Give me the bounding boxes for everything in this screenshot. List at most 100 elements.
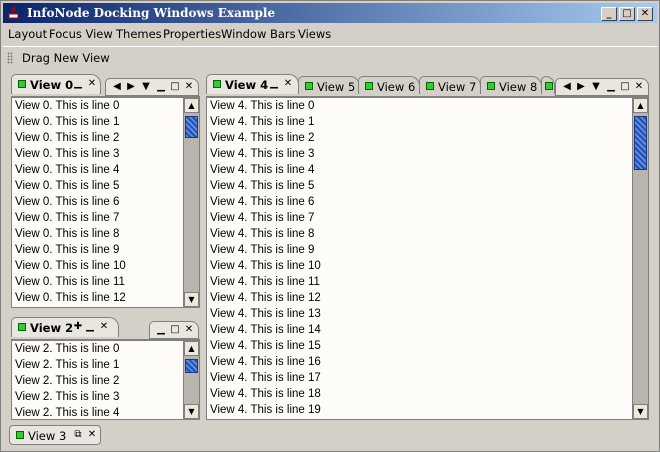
tab-list-icon[interactable]: ▼ [140,81,152,93]
title-bar[interactable]: InfoNode Docking Windows Example _ □ ✕ [3,3,657,23]
minimize-icon[interactable]: ▁ [84,321,96,333]
text-line: View 4. This is line 2 [210,132,315,144]
text-line: View 2. This is line 3 [15,391,120,403]
view-indicator-icon [545,82,553,90]
view0-text-area[interactable]: View 0. This is line 0 View 0. This is li… [15,98,181,307]
tab-view-8[interactable]: View 8 [480,76,542,94]
view2-text-area[interactable]: View 2. This is line 0 View 2. This is li… [15,341,181,419]
menu-layout[interactable]: Layout [8,27,47,41]
text-line: View 0. This is line 9 [15,244,120,256]
view2-content: View 2. This is line 0 View 2. This is li… [11,339,200,420]
text-line: View 4. This is line 18 [210,388,321,400]
main-controls: ◀ ▶ ▼ ▁ □ ✕ [555,78,649,96]
restore-icon[interactable]: ⧉ [72,429,84,441]
tab-view-5[interactable]: View 5 [298,76,360,94]
tab-view-2[interactable]: View 2 ✚ ▁ ✕ [11,317,119,337]
vertical-scrollbar[interactable]: ▲ ▼ [183,98,199,307]
text-line: View 4. This is line 10 [210,260,321,272]
text-line: View 4. This is line 9 [210,244,315,256]
toolbar-grip-icon[interactable] [7,52,13,64]
text-line: View 4. This is line 3 [210,148,315,160]
tab-view-4[interactable]: View 4 ▁ ✕ [206,74,299,94]
view2-controls: ▁ □ ✕ [149,321,199,339]
vertical-scrollbar[interactable]: ▲ ▼ [632,98,648,419]
window-title: InfoNode Docking Windows Example [27,6,276,20]
minimized-view-3[interactable]: View 3 ⧉ ✕ [9,425,101,445]
menu-properties[interactable]: Properties [163,27,221,41]
close-icon[interactable]: ✕ [183,324,195,336]
view4-text-area[interactable]: View 4. This is line 0 View 4. This is li… [210,98,630,419]
menu-themes[interactable]: Themes [116,27,162,41]
view-indicator-icon [213,80,221,88]
minimize-button[interactable]: _ [601,7,617,21]
text-line: View 4. This is line 11 [210,276,320,288]
text-line: View 0. This is line 5 [15,180,120,192]
text-line: View 4. This is line 16 [210,356,321,368]
undock-icon[interactable]: ✚ [72,321,84,333]
tab-label: View 8 [499,80,538,94]
tab-label: View 0 [30,78,74,92]
minimize-icon[interactable]: ▁ [155,81,167,93]
scroll-thumb[interactable] [185,359,198,373]
vertical-scrollbar[interactable]: ▲ ▼ [183,341,199,419]
menu-views[interactable]: Views [298,27,331,41]
view-indicator-icon [487,82,495,90]
close-icon[interactable]: ✕ [183,81,195,93]
scroll-left-icon[interactable]: ◀ [561,81,573,93]
scroll-thumb[interactable] [185,116,198,138]
minimize-icon[interactable]: ▁ [268,78,280,90]
text-line: View 4. This is line 12 [210,292,321,304]
view0-controls: ◀ ▶ ▼ ▁ □ ✕ [105,78,199,96]
scroll-thumb[interactable] [634,116,647,170]
minimized-view-label: View 3 [28,429,67,443]
text-line: View 0. This is line 10 [15,260,126,272]
tab-label: View 4 [225,78,269,92]
close-icon[interactable]: ✕ [633,81,645,93]
menu-window-bars[interactable]: Window Bars [221,27,296,41]
scroll-down-icon[interactable]: ▼ [633,404,648,419]
close-icon[interactable]: ✕ [86,429,98,441]
toolbar: Drag New View [3,46,657,68]
close-icon[interactable]: ✕ [98,321,110,333]
scroll-right-icon[interactable]: ▶ [575,81,587,93]
tab-view-7[interactable]: View 7 [419,76,481,94]
scroll-up-icon[interactable]: ▲ [633,98,648,113]
maximize-icon[interactable]: □ [169,324,181,336]
scroll-up-icon[interactable]: ▲ [184,341,199,356]
tab-partial[interactable] [541,76,555,94]
view-indicator-icon [18,323,26,331]
tab-view-6[interactable]: View 6 [358,76,420,94]
scroll-down-icon[interactable]: ▼ [184,404,199,419]
scroll-left-icon[interactable]: ◀ [111,81,123,93]
scroll-down-icon[interactable]: ▼ [184,292,199,307]
tab-list-icon[interactable]: ▼ [590,81,602,93]
close-window-button[interactable]: ✕ [637,7,653,21]
menu-focus-view[interactable]: Focus View [49,27,113,41]
view-indicator-icon [18,80,26,88]
drag-new-view-button[interactable]: Drag New View [22,51,110,65]
menu-bar: Layout Focus View Themes Properties Wind… [3,24,657,44]
close-icon[interactable]: ✕ [282,78,294,90]
close-icon[interactable]: ✕ [86,78,98,90]
text-line: View 0. This is line 8 [15,228,120,240]
minimize-icon[interactable]: ▁ [155,324,167,336]
text-line: View 4. This is line 0 [210,100,315,112]
text-line: View 0. This is line 1 [15,116,120,128]
maximize-button[interactable]: □ [619,7,635,21]
text-line: View 2. This is line 4 [15,407,120,419]
maximize-icon[interactable]: □ [169,81,181,93]
tab-view-0[interactable]: View 0 ▁ ✕ [11,74,101,94]
text-line: View 0. This is line 12 [15,292,126,304]
maximize-icon[interactable]: □ [619,81,631,93]
text-line: View 4. This is line 19 [210,404,321,416]
minimize-icon[interactable]: ▁ [72,78,84,90]
text-line: View 4. This is line 1 [210,116,315,128]
text-line: View 0. This is line 3 [15,148,120,160]
minimize-icon[interactable]: ▁ [605,81,617,93]
text-line: View 4. This is line 5 [210,180,315,192]
scroll-right-icon[interactable]: ▶ [125,81,137,93]
text-line: View 4. This is line 4 [210,164,315,176]
text-line: View 0. This is line 7 [15,212,120,224]
scroll-up-icon[interactable]: ▲ [184,98,199,113]
tab-label: View 7 [438,80,477,94]
